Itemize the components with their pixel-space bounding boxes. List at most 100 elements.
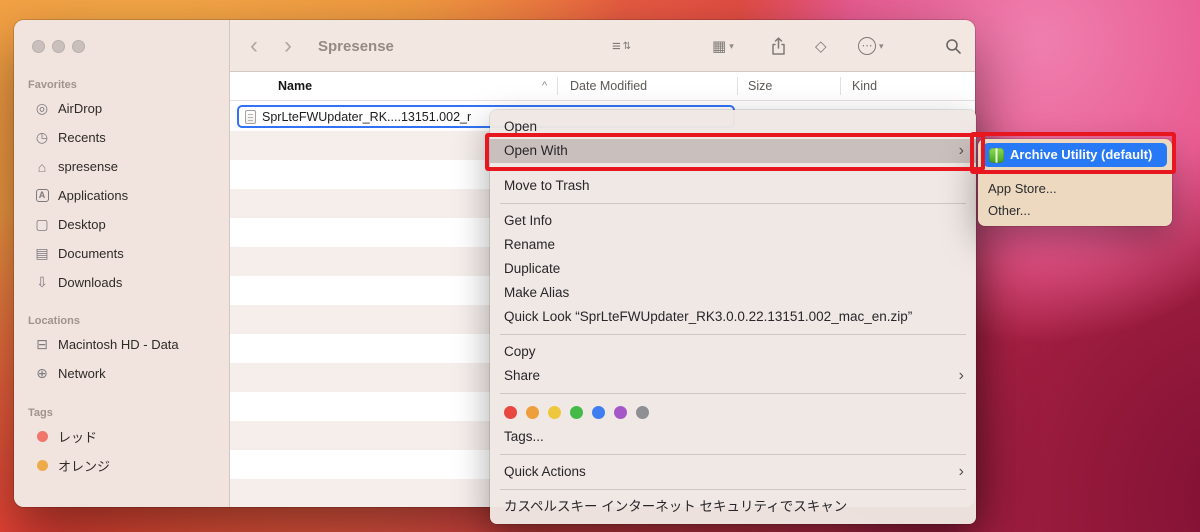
- sidebar-item-label: Network: [58, 366, 106, 381]
- chevron-down-icon: ▾: [879, 41, 884, 52]
- window-title: Spresense: [318, 20, 394, 72]
- column-header-kind[interactable]: Kind: [852, 72, 877, 101]
- more-actions-button[interactable]: ⋯ ▾: [858, 20, 884, 72]
- submenu-item-other[interactable]: Other...: [978, 200, 1172, 222]
- menu-item-rename[interactable]: Rename: [490, 233, 976, 257]
- submenu-arrow-icon: ›: [959, 139, 964, 163]
- column-header-size[interactable]: Size: [748, 72, 772, 101]
- column-divider[interactable]: [557, 77, 558, 95]
- menu-item-duplicate[interactable]: Duplicate: [490, 257, 976, 281]
- search-icon: [945, 38, 962, 55]
- tag-color-green[interactable]: [570, 406, 583, 419]
- red-tag-dot-icon: [37, 431, 48, 442]
- menu-item-share[interactable]: Share ›: [490, 364, 976, 388]
- menu-separator: [986, 172, 1164, 173]
- toolbar: ‹ › Spresense ≡ ⇅ ▦ ▾ ◇ ⋯ ▾: [230, 20, 975, 72]
- tag-color-purple[interactable]: [614, 406, 627, 419]
- tags-button[interactable]: ◇: [815, 20, 827, 72]
- submenu-item-app-store[interactable]: App Store...: [978, 178, 1172, 200]
- group-view-button[interactable]: ▦ ▾: [712, 20, 734, 72]
- sidebar-item-label: オレンジ: [58, 456, 110, 475]
- grid-view-icon: ▦: [712, 37, 726, 55]
- menu-item-get-info[interactable]: Get Info: [490, 209, 976, 233]
- column-header-date-modified[interactable]: Date Modified: [570, 72, 647, 101]
- menu-item-copy[interactable]: Copy: [490, 340, 976, 364]
- sidebar-item-label: Desktop: [58, 217, 106, 232]
- list-header: Name ^ Date Modified Size Kind: [230, 72, 975, 101]
- tag-color-yellow[interactable]: [548, 406, 561, 419]
- tag-color-gray[interactable]: [636, 406, 649, 419]
- clock-icon: ◷: [34, 129, 50, 146]
- sidebar-item-label: Downloads: [58, 275, 122, 290]
- submenu-arrow-icon: ›: [959, 460, 964, 484]
- sidebar: Favorites ◎ AirDrop ◷ Recents ⌂ spresens…: [14, 20, 230, 507]
- menu-item-open-with[interactable]: Open With ›: [490, 139, 976, 163]
- sidebar-item-label: spresense: [58, 159, 118, 174]
- sidebar-item-desktop[interactable]: ▢ Desktop: [20, 210, 223, 239]
- sidebar-section-tags: Tags: [14, 404, 229, 422]
- share-button[interactable]: [770, 20, 787, 72]
- sidebar-item-documents[interactable]: ▤ Documents: [20, 239, 223, 268]
- column-divider[interactable]: [737, 77, 738, 95]
- desktop-wallpaper: { "window": { "title": "Spresense" }, "i…: [0, 0, 1200, 532]
- search-button[interactable]: [945, 20, 962, 72]
- menu-item-make-alias[interactable]: Make Alias: [490, 281, 976, 305]
- list-view-button[interactable]: ≡ ⇅: [612, 20, 631, 72]
- menu-item-quick-actions[interactable]: Quick Actions ›: [490, 460, 976, 484]
- menu-item-kaspersky-scan[interactable]: カスペルスキー インターネット セキュリティでスキャン: [490, 495, 976, 519]
- tag-icon: ◇: [815, 37, 827, 55]
- zoom-button[interactable]: [72, 40, 85, 53]
- menu-item-quick-look[interactable]: Quick Look “SprLteFWUpdater_RK3.0.0.22.1…: [490, 305, 976, 329]
- tag-color-row: [490, 399, 976, 425]
- orange-tag-dot-icon: [37, 460, 48, 471]
- applications-icon: A: [36, 189, 49, 202]
- menu-item-move-to-trash[interactable]: Move to Trash: [490, 174, 976, 198]
- minimize-button[interactable]: [52, 40, 65, 53]
- menu-separator: [500, 454, 966, 455]
- menu-separator: [500, 168, 966, 169]
- menu-separator: [500, 334, 966, 335]
- sidebar-item-spresense[interactable]: ⌂ spresense: [20, 152, 223, 181]
- sidebar-item-network[interactable]: ⊕ Network: [20, 359, 223, 388]
- archive-utility-icon: [989, 148, 1004, 163]
- column-divider[interactable]: [840, 77, 841, 95]
- sidebar-item-recents[interactable]: ◷ Recents: [20, 123, 223, 152]
- file-name: SprLteFWUpdater_RK....13151.002_r: [262, 110, 471, 124]
- tag-color-blue[interactable]: [592, 406, 605, 419]
- home-icon: ⌂: [34, 159, 50, 175]
- sidebar-item-tag-orange[interactable]: オレンジ: [20, 451, 223, 480]
- back-button[interactable]: ‹: [250, 20, 258, 72]
- column-header-name[interactable]: Name: [278, 72, 312, 101]
- submenu-arrow-icon: ›: [959, 364, 964, 388]
- menu-item-open[interactable]: Open: [490, 115, 976, 139]
- sort-updown-icon: ⇅: [623, 41, 631, 52]
- sidebar-item-label: レッド: [58, 427, 97, 446]
- sidebar-item-macintosh-hd[interactable]: ⊟ Macintosh HD - Data: [20, 330, 223, 359]
- sidebar-item-label: Macintosh HD - Data: [58, 337, 179, 352]
- forward-button[interactable]: ›: [284, 20, 292, 72]
- menu-separator: [500, 203, 966, 204]
- sidebar-section-favorites: Favorites: [14, 76, 229, 94]
- sidebar-item-applications[interactable]: A Applications: [20, 181, 223, 210]
- tag-color-red[interactable]: [504, 406, 517, 419]
- close-button[interactable]: [32, 40, 45, 53]
- menu-item-tags[interactable]: Tags...: [490, 425, 976, 449]
- chevron-down-icon: ▾: [729, 41, 734, 52]
- tag-color-orange[interactable]: [526, 406, 539, 419]
- sidebar-item-label: Applications: [58, 188, 128, 203]
- sidebar-item-tag-red[interactable]: レッド: [20, 422, 223, 451]
- file-document-icon: [245, 110, 256, 124]
- desktop-icon: ▢: [34, 216, 50, 233]
- sidebar-item-label: Recents: [58, 130, 106, 145]
- menu-separator: [500, 393, 966, 394]
- document-icon: ▤: [34, 245, 50, 262]
- sidebar-item-airdrop[interactable]: ◎ AirDrop: [20, 94, 223, 123]
- sidebar-item-downloads[interactable]: ⇩ Downloads: [20, 268, 223, 297]
- airdrop-icon: ◎: [34, 100, 50, 117]
- sidebar-item-label: Documents: [58, 246, 124, 261]
- share-icon: [770, 37, 787, 56]
- list-view-icon: ≡: [612, 38, 621, 55]
- menu-separator: [500, 489, 966, 490]
- sort-ascending-icon: ^: [542, 72, 547, 101]
- submenu-item-archive-utility[interactable]: Archive Utility (default): [983, 143, 1167, 167]
